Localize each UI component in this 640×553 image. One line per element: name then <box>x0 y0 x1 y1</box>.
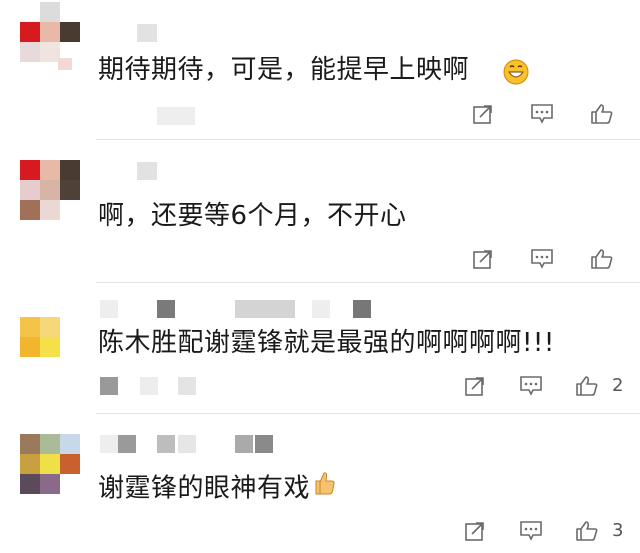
comment-button[interactable] <box>527 99 557 129</box>
username[interactable] <box>312 300 330 318</box>
share-button[interactable] <box>460 516 490 546</box>
username[interactable] <box>255 435 273 453</box>
like-icon <box>576 521 598 541</box>
share-icon <box>465 522 484 541</box>
like-button[interactable] <box>572 371 602 401</box>
like-icon <box>591 104 613 124</box>
username[interactable] <box>100 435 118 453</box>
like-button[interactable] <box>587 99 617 129</box>
avatar[interactable] <box>20 434 80 494</box>
username[interactable] <box>137 162 157 180</box>
comment-actions: 3 <box>460 516 640 546</box>
username[interactable] <box>178 435 196 453</box>
comment-icon <box>520 521 542 541</box>
comment-text: 陈木胜配谢霆锋就是最强的啊啊啊啊!!! <box>98 328 555 358</box>
comment-icon <box>531 104 553 124</box>
username[interactable] <box>100 300 118 318</box>
like-icon <box>591 249 613 269</box>
timestamp <box>140 377 158 395</box>
timestamp <box>178 377 196 395</box>
comment-text: 期待期待，可是，能提早上映啊 <box>98 55 470 85</box>
comment-text: 啊，还要等6个月，不开心 <box>98 201 407 231</box>
like-button[interactable] <box>587 244 617 274</box>
username[interactable] <box>157 300 175 318</box>
comment-actions: 2 <box>460 371 640 401</box>
comment-text: 谢霆锋的眼神有戏 <box>98 472 336 506</box>
avatar[interactable] <box>20 297 80 357</box>
avatar[interactable] <box>20 160 80 220</box>
comment-actions <box>460 244 640 274</box>
like-button[interactable] <box>572 516 602 546</box>
avatar-decoration <box>58 58 72 70</box>
comment-item: 期待期待，可是，能提早上映啊 <box>0 0 640 140</box>
comment-actions <box>460 99 640 129</box>
comment-item: 陈木胜配谢霆锋就是最强的啊啊啊啊!!! 2 <box>0 282 640 414</box>
username[interactable] <box>235 435 253 453</box>
share-icon <box>465 377 484 396</box>
share-icon <box>473 250 492 269</box>
comment-button[interactable] <box>516 371 546 401</box>
timestamp <box>157 107 195 125</box>
like-icon <box>576 376 598 396</box>
username[interactable] <box>235 300 295 318</box>
like-count: 3 <box>612 520 624 541</box>
timestamp <box>100 377 118 395</box>
avatar[interactable] <box>20 2 80 62</box>
username[interactable] <box>137 24 157 42</box>
comment-text-content: 谢霆锋的眼神有戏 <box>98 473 311 504</box>
thumbs-up-emoji <box>314 470 336 504</box>
comment-button[interactable] <box>516 516 546 546</box>
share-icon <box>473 105 492 124</box>
comment-icon <box>520 376 542 396</box>
comment-item: 谢霆锋的眼神有戏 3 <box>0 414 640 553</box>
username[interactable] <box>118 435 136 453</box>
share-button[interactable] <box>468 244 498 274</box>
username[interactable] <box>157 435 175 453</box>
grinning-face-emoji <box>503 59 529 89</box>
share-button[interactable] <box>460 371 490 401</box>
comment-button[interactable] <box>527 244 557 274</box>
username[interactable] <box>353 300 371 318</box>
like-count: 2 <box>612 375 624 396</box>
comment-item: 啊，还要等6个月，不开心 <box>0 140 640 283</box>
comment-icon <box>531 249 553 269</box>
share-button[interactable] <box>468 99 498 129</box>
